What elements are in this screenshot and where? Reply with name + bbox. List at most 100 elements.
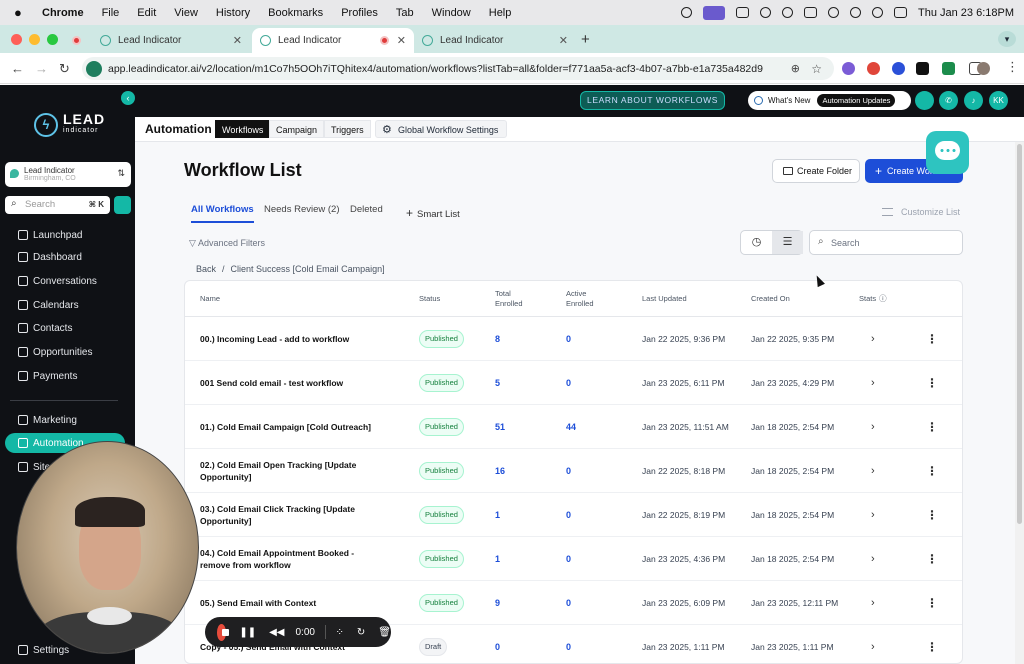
global-workflow-settings-button[interactable]: ⚙ Global Workflow Settings <box>375 120 508 138</box>
zoom-icon[interactable]: ⊕ <box>791 62 800 75</box>
menu-window[interactable]: Window <box>432 7 471 19</box>
bell-icon[interactable]: ♪ <box>964 91 983 110</box>
kebab-menu-icon[interactable]: ⋮ <box>926 317 938 361</box>
profile-avatar-icon[interactable] <box>977 62 990 75</box>
close-window-icon[interactable] <box>11 34 22 45</box>
tab-triggers[interactable]: Triggers <box>324 120 371 138</box>
location-switcher[interactable]: Lead Indicator Birmingham, CO ⇅ <box>5 162 131 187</box>
sidebar-item-calendars[interactable]: Calendars <box>5 295 125 315</box>
page-scrollbar[interactable] <box>1015 142 1024 664</box>
extension-4-icon[interactable] <box>916 62 929 75</box>
menu-profiles[interactable]: Profiles <box>341 7 378 19</box>
active-enrolled-link[interactable]: 44 <box>566 405 576 449</box>
rewind-icon[interactable]: ◀◀ <box>269 627 284 638</box>
list-view-icon[interactable]: ☰ <box>772 231 803 254</box>
close-tab-icon[interactable]: ✕ <box>559 34 568 47</box>
spotlight-search-icon[interactable] <box>871 7 883 18</box>
chevron-right-icon[interactable]: › <box>871 449 875 493</box>
browser-tab-1[interactable]: Lead Indicator ✕ <box>92 28 250 53</box>
phone-icon[interactable]: ✆ <box>939 91 958 110</box>
chevron-right-icon[interactable]: › <box>871 625 875 663</box>
total-enrolled-link[interactable]: 51 <box>495 405 505 449</box>
extension-5-icon[interactable] <box>942 62 955 75</box>
active-enrolled-link[interactable]: 0 <box>566 537 571 581</box>
table-row[interactable]: 03.) Cold Email Click Tracking [Update O… <box>185 493 962 537</box>
workflow-name[interactable]: 001 Send cold email - test workflow <box>200 361 385 405</box>
menubar-clock[interactable]: Thu Jan 23 6:18PM <box>918 7 1014 19</box>
tab-search-chevron-icon[interactable]: ▾ <box>998 31 1016 47</box>
play-icon[interactable] <box>827 7 839 18</box>
tab-deleted[interactable]: Deleted <box>350 204 383 221</box>
bookmark-star-icon[interactable]: ☆ <box>811 62 822 76</box>
table-row[interactable]: 04.) Cold Email Appointment Booked - rem… <box>185 537 962 581</box>
menu-edit[interactable]: Edit <box>137 7 156 19</box>
app-status-icon[interactable] <box>735 7 749 18</box>
menu-history[interactable]: History <box>216 7 250 19</box>
total-enrolled-link[interactable]: 8 <box>495 317 500 361</box>
col-last-updated[interactable]: Last Updated <box>642 281 687 317</box>
site-info-icon[interactable] <box>86 60 102 77</box>
apple-menu-icon[interactable]: ● <box>14 5 26 20</box>
collapse-sidebar-icon[interactable]: ‹ <box>121 91 135 105</box>
microphone-icon[interactable] <box>680 7 692 18</box>
sidebar-item-opportunities[interactable]: Opportunities <box>5 342 125 362</box>
whats-new-button[interactable]: What's New Automation Updates <box>748 91 911 110</box>
kebab-menu-icon[interactable]: ⋮ <box>926 581 938 625</box>
total-enrolled-link[interactable]: 9 <box>495 581 500 625</box>
quick-actions-icon[interactable] <box>114 196 131 214</box>
display-icon[interactable] <box>803 7 817 18</box>
active-enrolled-link[interactable]: 0 <box>566 625 571 663</box>
sidebar-item-contacts[interactable]: Contacts <box>5 318 125 338</box>
advanced-filters-button[interactable]: ▽ Advanced Filters <box>189 238 265 249</box>
scrollbar-thumb[interactable] <box>1017 144 1022 524</box>
table-row[interactable]: 001 Send cold email - test workflow Publi… <box>185 361 962 405</box>
sidebar-search-input[interactable]: ⌕ Search ⌘ K <box>5 196 110 214</box>
total-enrolled-link[interactable]: 0 <box>495 625 500 663</box>
active-enrolled-link[interactable]: 0 <box>566 361 571 405</box>
menu-app-name[interactable]: Chrome <box>42 7 84 19</box>
cloud-status-icon[interactable] <box>781 7 793 18</box>
user-avatar[interactable]: KK <box>989 91 1008 110</box>
active-enrolled-link[interactable]: 0 <box>566 493 571 537</box>
browser-tab-2-active[interactable]: Lead Indicator ✕ <box>252 28 414 53</box>
menu-view[interactable]: View <box>174 7 198 19</box>
col-created-on[interactable]: Created On <box>751 281 790 317</box>
active-enrolled-link[interactable]: 0 <box>566 581 571 625</box>
tab-all-workflows[interactable]: All Workflows <box>191 204 254 223</box>
menu-help[interactable]: Help <box>489 7 512 19</box>
address-bar[interactable]: app.leadindicator.ai/v2/location/m1Co7h5… <box>82 57 834 80</box>
chevron-right-icon[interactable]: › <box>871 581 875 625</box>
kebab-menu-icon[interactable]: ⋮ <box>926 361 938 405</box>
chrome-menu-icon[interactable]: ⋮ <box>1006 59 1019 75</box>
kebab-menu-icon[interactable]: ⋮ <box>926 537 938 581</box>
sidebar-item-launchpad[interactable]: Launchpad <box>5 225 125 245</box>
trash-icon[interactable]: 🗑 <box>378 627 391 638</box>
sidebar-item-payments[interactable]: Payments <box>5 366 125 386</box>
table-row[interactable]: 02.) Cold Email Open Tracking [Update Op… <box>185 449 962 493</box>
total-enrolled-link[interactable]: 5 <box>495 361 500 405</box>
tab-needs-review[interactable]: Needs Review (2) <box>264 204 340 221</box>
col-stats[interactable]: Stats ⓘ <box>859 281 887 317</box>
workflow-name[interactable]: 00.) Incoming Lead - add to workflow <box>200 317 385 361</box>
kebab-menu-icon[interactable]: ⋮ <box>926 493 938 537</box>
chevron-right-icon[interactable]: › <box>871 537 875 581</box>
webcam-overlay[interactable] <box>16 441 199 654</box>
col-status[interactable]: Status <box>419 281 440 317</box>
new-tab-icon[interactable]: + <box>581 31 590 48</box>
workflow-name[interactable]: 01.) Cold Email Campaign [Cold Outreach] <box>200 405 385 449</box>
close-tab-icon[interactable]: ✕ <box>397 34 406 47</box>
col-name[interactable]: Name <box>200 281 220 317</box>
kebab-menu-icon[interactable]: ⋮ <box>926 449 938 493</box>
extension-1-icon[interactable] <box>842 62 855 75</box>
active-enrolled-link[interactable]: 0 <box>566 317 571 361</box>
contacts-quick-icon[interactable] <box>915 91 934 110</box>
menu-file[interactable]: File <box>102 7 120 19</box>
menu-tab[interactable]: Tab <box>396 7 414 19</box>
tab-campaign[interactable]: Campaign <box>269 120 325 138</box>
control-center-icon[interactable] <box>893 7 907 18</box>
workflow-name[interactable]: 03.) Cold Email Click Tracking [Update O… <box>200 493 385 537</box>
table-row[interactable]: 00.) Incoming Lead - add to workflow Publ… <box>185 317 962 361</box>
active-enrolled-link[interactable]: 0 <box>566 449 571 493</box>
tab-workflows[interactable]: Workflows <box>215 120 271 138</box>
workflow-search-input[interactable]: ⌕ Search <box>809 230 963 255</box>
